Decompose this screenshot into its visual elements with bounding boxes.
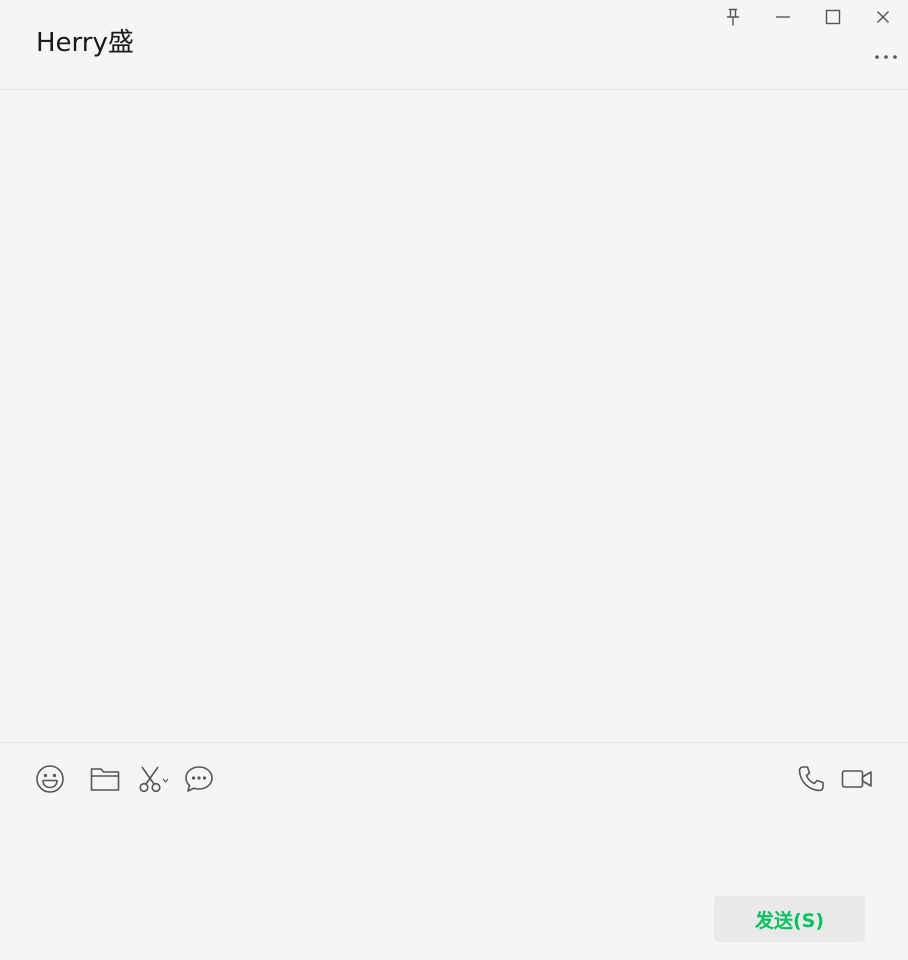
pin-icon [726,8,740,26]
input-divider [0,742,908,743]
video-call-button[interactable] [840,762,874,796]
more-button[interactable] [872,46,900,68]
minimize-button[interactable] [758,0,808,34]
pin-button[interactable] [708,0,758,34]
close-button[interactable] [858,0,908,34]
more-icon [875,55,897,59]
message-area[interactable] [0,90,908,742]
maximize-icon [825,9,841,25]
scissors-icon [139,766,169,793]
folder-icon [90,768,120,791]
chat-window: Herry盛 发送(S) [0,0,908,960]
chat-history-button[interactable] [182,762,216,796]
chat-history-icon [185,766,213,792]
close-icon [877,11,889,23]
input-toolbar [0,760,908,796]
maximize-button[interactable] [808,0,858,34]
send-button[interactable]: 发送(S) [714,896,865,942]
chat-header: Herry盛 [0,0,908,90]
minimize-icon [776,16,790,18]
emoji-icon [36,765,64,793]
screenshot-button[interactable] [136,762,170,796]
message-input[interactable] [30,806,880,890]
phone-icon [798,766,824,792]
window-controls [708,0,908,34]
chat-title: Herry盛 [36,28,134,58]
file-button[interactable] [88,762,122,796]
video-call-icon [841,770,872,788]
voice-call-button[interactable] [794,762,828,796]
emoji-button[interactable] [33,762,67,796]
